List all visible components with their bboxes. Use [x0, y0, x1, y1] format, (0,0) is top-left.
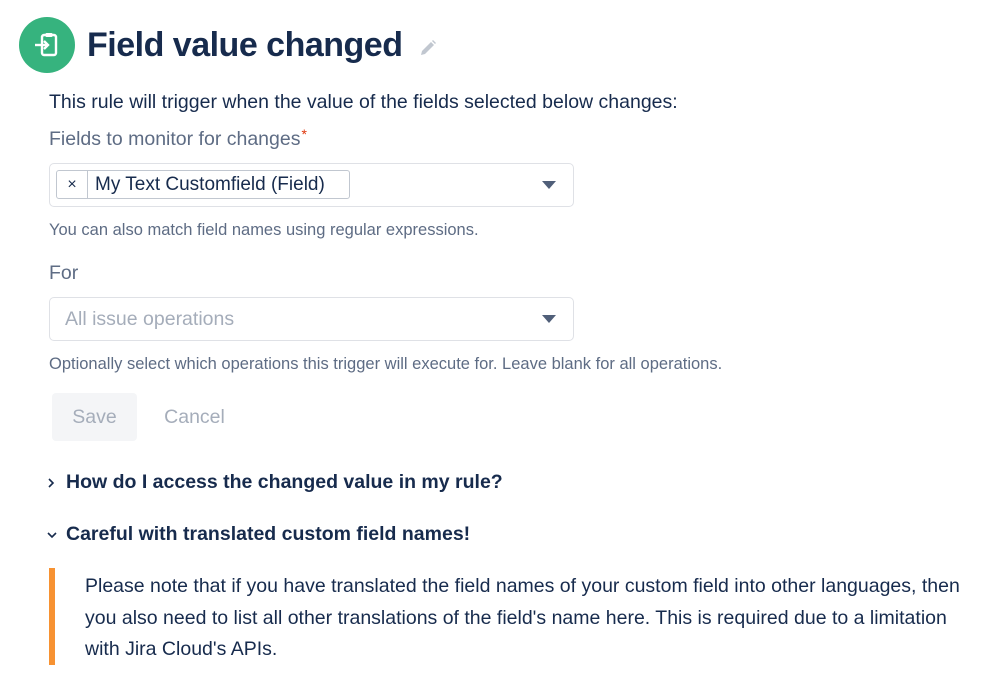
chevron-right-icon: [46, 477, 66, 489]
operations-label: For: [49, 262, 79, 284]
field-change-trigger-icon: [19, 17, 75, 73]
header: Field value changed: [19, 17, 438, 73]
fields-label-text: Fields to monitor for changes: [49, 128, 301, 150]
chevron-down-icon: [46, 530, 66, 540]
operations-select[interactable]: All issue operations: [49, 297, 574, 341]
save-button[interactable]: Save: [52, 393, 137, 441]
field-tag: × My Text Customfield (Field): [56, 170, 350, 199]
operations-placeholder: All issue operations: [65, 308, 235, 330]
faq-item-access-changed-value[interactable]: How do I access the changed value in my …: [46, 471, 503, 494]
required-marker: *: [301, 126, 307, 142]
fields-help-text: You can also match field names using reg…: [49, 221, 479, 239]
intro-text: This rule will trigger when the value of…: [49, 91, 678, 113]
cancel-button[interactable]: Cancel: [147, 393, 242, 441]
field-tag-label: My Text Customfield (Field): [95, 174, 325, 195]
pencil-icon[interactable]: [418, 38, 438, 58]
fields-label: Fields to monitor for changes*: [49, 126, 307, 151]
chevron-down-icon[interactable]: [542, 315, 556, 323]
fields-select[interactable]: × My Text Customfield (Field): [49, 163, 574, 207]
chevron-down-icon[interactable]: [542, 181, 556, 189]
page-title: Field value changed: [87, 26, 403, 64]
faq-item-translated-names[interactable]: Careful with translated custom field nam…: [46, 523, 470, 546]
faq-title: How do I access the changed value in my …: [66, 471, 503, 493]
faq-title: Careful with translated custom field nam…: [66, 523, 471, 545]
operations-help-text: Optionally select which operations this …: [49, 355, 723, 373]
warning-note: Please note that if you have translated …: [49, 568, 979, 665]
tag-remove-icon[interactable]: ×: [57, 171, 88, 198]
